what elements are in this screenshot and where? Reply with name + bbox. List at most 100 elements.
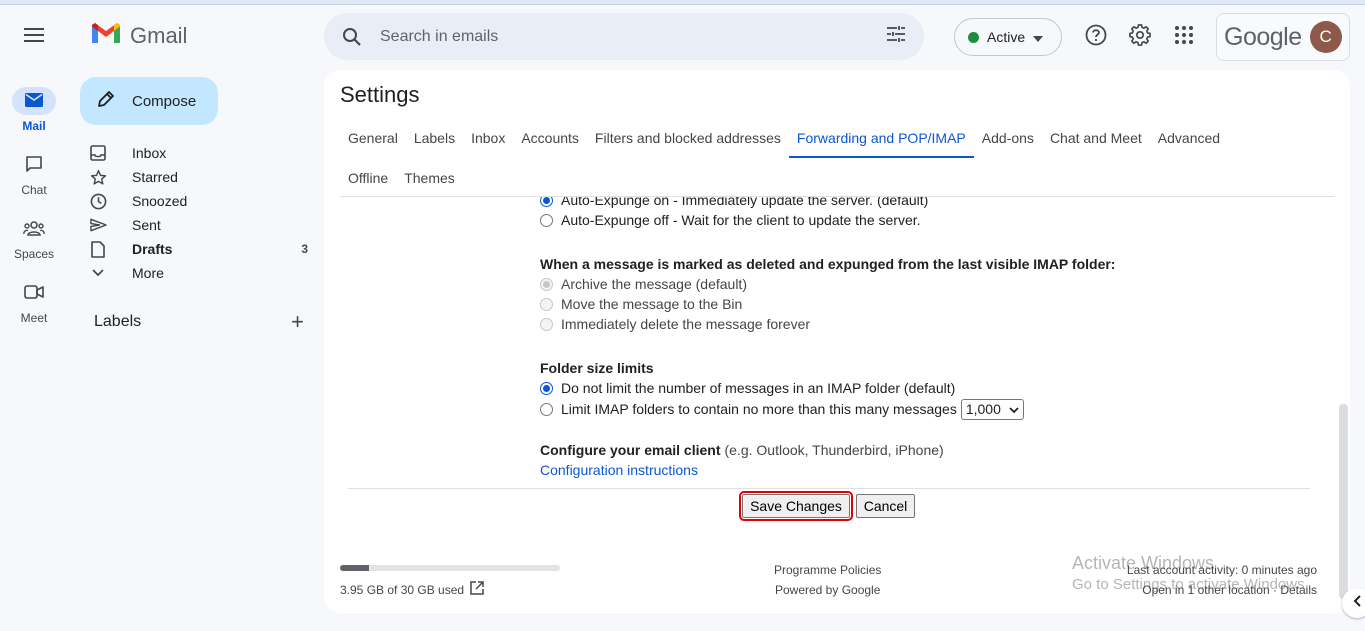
configuration-instructions-link[interactable]: Configuration instructions (540, 462, 698, 478)
deleted-archive-label: Archive the message (default) (561, 276, 747, 292)
status-dot (968, 31, 979, 43)
send-icon (88, 215, 108, 235)
rail-item-spaces[interactable]: Spaces (0, 215, 68, 261)
tab-add-ons[interactable]: Add-ons (974, 118, 1042, 158)
cancel-button[interactable]: Cancel (856, 494, 915, 518)
tab-advanced[interactable]: Advanced (1150, 118, 1228, 158)
compose-label: Compose (132, 92, 197, 110)
storage-usage-text: 3.95 GB of 30 GB used (340, 582, 465, 597)
pencil-icon (96, 89, 116, 113)
last-activity-text: Last account activity: 0 minutes ago (1126, 563, 1317, 577)
status-label: Active (987, 29, 1026, 45)
tab-filters[interactable]: Filters and blocked addresses (587, 118, 789, 158)
limit-label: Limit IMAP folders to contain no more th… (561, 401, 957, 417)
rail-label-mail: Mail (22, 119, 46, 133)
page-title: Settings (340, 82, 420, 107)
settings-button[interactable] (1124, 21, 1156, 53)
menu-icon (24, 27, 44, 48)
tab-chat-and-meet[interactable]: Chat and Meet (1042, 118, 1150, 158)
nav-label-inbox: Inbox (132, 145, 167, 161)
activity-details-link[interactable]: Open in 1 other location · Details (1127, 580, 1317, 600)
tab-general[interactable]: General (340, 118, 406, 158)
expunge-off-label: Auto-Expunge off - Wait for the client t… (561, 212, 921, 228)
status-selector[interactable]: Active (954, 18, 1062, 56)
rail-label-spaces: Spaces (13, 247, 55, 261)
email-client-title: Configure your email client (540, 442, 721, 458)
add-label-button[interactable]: + (291, 311, 304, 333)
settings-tabs: General Labels Inbox Accounts Filters an… (340, 118, 1334, 198)
rail-label-chat: Chat (21, 183, 47, 197)
nav-label-snoozed: Snoozed (132, 193, 188, 209)
tab-labels[interactable]: Labels (406, 118, 463, 158)
chevron-down-icon (88, 263, 108, 283)
brand-name: Gmail (130, 22, 188, 48)
help-icon (1085, 24, 1107, 51)
sidebar: Gmail Compose Inbox Starred Snoozed Sent… (68, 5, 324, 631)
nav-item-snoozed[interactable]: Snoozed (88, 189, 308, 213)
deleted-archive-radio (540, 277, 553, 291)
main-menu-button[interactable] (14, 22, 54, 52)
caret-down-icon (1033, 29, 1044, 45)
deleted-bin-label: Move the message to the Bin (561, 296, 743, 312)
support-button[interactable] (1080, 21, 1112, 53)
drafts-count: 3 (301, 242, 308, 256)
open-in-new-icon[interactable] (470, 581, 484, 598)
no-limit-radio[interactable] (540, 381, 553, 395)
compose-button[interactable]: Compose (80, 77, 218, 125)
settings-scrollbar[interactable] (1339, 404, 1348, 599)
search-bar (324, 13, 924, 60)
powered-by-text: Powered by Google (774, 583, 881, 597)
message-limit-value: 1,000 (965, 401, 1001, 417)
google-wordmark: Google (1224, 22, 1302, 51)
limit-option[interactable]: Limit IMAP folders to contain no more th… (540, 398, 1320, 420)
no-limit-label: Do not limit the number of messages in a… (561, 380, 956, 396)
email-client-hint: (e.g. Outlook, Thunderbird, iPhone) (724, 442, 944, 458)
nav-item-inbox[interactable]: Inbox (88, 141, 308, 165)
labels-heading: Labels (94, 313, 142, 330)
deleted-forever-radio (540, 317, 553, 331)
search-icon[interactable] (324, 27, 380, 47)
clock-icon (88, 191, 108, 211)
rail-item-mail[interactable]: Mail (0, 87, 68, 133)
rail-item-meet[interactable]: Meet (0, 279, 68, 325)
settings-panel: Settings General Labels Inbox Accounts F… (324, 70, 1350, 613)
deleted-bin-option: Move the message to the Bin (540, 294, 1320, 314)
no-limit-option[interactable]: Do not limit the number of messages in a… (540, 378, 1320, 398)
google-apps-button[interactable] (1168, 21, 1200, 53)
actions-divider (348, 488, 1310, 489)
search-options-button[interactable] (868, 25, 924, 48)
tab-themes[interactable]: Themes (396, 158, 463, 198)
nav-item-more[interactable]: More (88, 261, 308, 285)
save-changes-button[interactable]: Save Changes (739, 491, 853, 521)
nav-item-drafts[interactable]: Drafts 3 (88, 237, 308, 261)
tab-offline[interactable]: Offline (340, 158, 396, 198)
rail-item-chat[interactable]: Chat (0, 151, 68, 197)
deleted-forever-option: Immediately delete the message forever (540, 314, 1320, 334)
deleted-bin-radio (540, 297, 553, 311)
footer-links: Programme Policies Powered by Google (774, 560, 881, 600)
labels-section: Labels + (94, 311, 304, 333)
storage-meter-fill (340, 565, 369, 571)
mail-icon (25, 92, 43, 110)
programme-policies-link[interactable]: Programme Policies (774, 560, 881, 580)
deleted-forever-label: Immediately delete the message forever (561, 316, 811, 332)
tab-inbox[interactable]: Inbox (463, 118, 513, 158)
plus-icon: + (291, 309, 304, 334)
chat-icon (25, 155, 43, 176)
avatar: C (1309, 21, 1342, 53)
expunge-off-option[interactable]: Auto-Expunge off - Wait for the client t… (540, 210, 1320, 230)
tab-forwarding-pop-imap[interactable]: Forwarding and POP/IMAP (788, 118, 974, 158)
message-limit-select[interactable]: 1,000 (960, 398, 1024, 420)
tune-icon (886, 25, 906, 48)
account-button[interactable]: Google C (1216, 13, 1350, 61)
search-input[interactable] (380, 27, 868, 46)
gmail-logo[interactable]: Gmail (90, 21, 187, 50)
tab-accounts[interactable]: Accounts (513, 118, 587, 158)
limit-radio[interactable] (540, 402, 553, 416)
tabs-divider (340, 196, 1334, 197)
nav-label-drafts: Drafts (132, 241, 173, 257)
nav-item-starred[interactable]: Starred (88, 165, 308, 189)
expunge-off-radio[interactable] (540, 213, 553, 227)
side-panel-toggle[interactable] (1342, 588, 1365, 618)
nav-item-sent[interactable]: Sent (88, 213, 308, 237)
